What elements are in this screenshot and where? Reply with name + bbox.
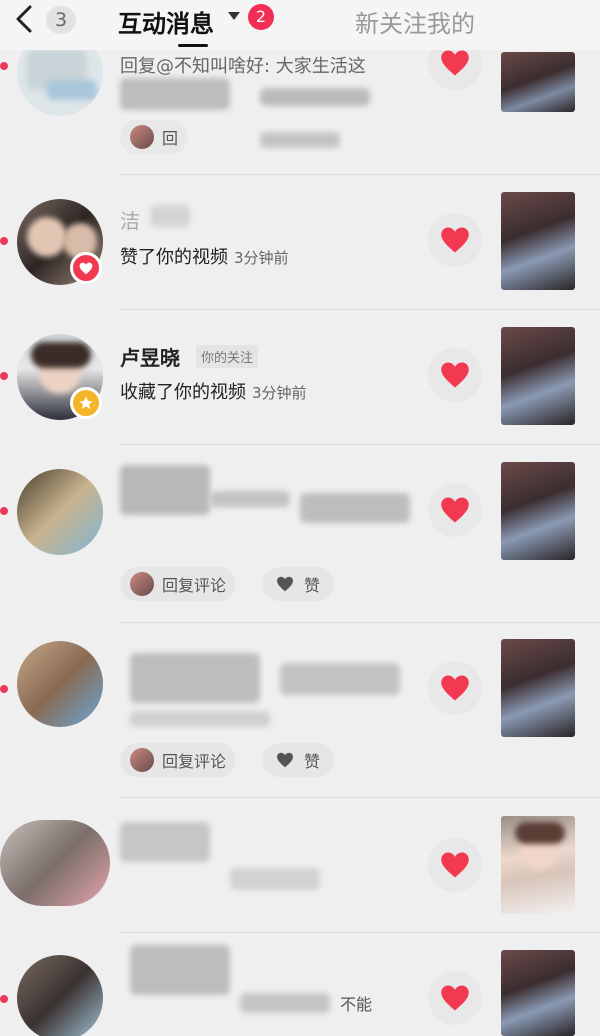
- liked-badge: [70, 252, 102, 284]
- tab-badge: 2: [248, 4, 274, 30]
- list-item[interactable]: 回复评论 赞: [0, 445, 600, 623]
- list-item[interactable]: 回复@不知叫啥好: 大家生活这 回: [0, 30, 600, 175]
- chip-label: 回复评论: [162, 752, 227, 771]
- like-comment-chip[interactable]: 赞: [262, 743, 335, 777]
- action-text: 不能: [340, 995, 373, 1014]
- tab-interactions[interactable]: 互动消息: [118, 4, 214, 39]
- top-bar: 3 互动消息 2 新关注我的: [0, 0, 600, 50]
- unread-dot: [0, 62, 8, 70]
- reply-comment-chip[interactable]: 回复评论: [120, 743, 237, 777]
- video-thumbnail[interactable]: [501, 327, 575, 425]
- mini-avatar: [130, 748, 154, 772]
- video-thumbnail[interactable]: [501, 52, 575, 112]
- star-icon: [79, 396, 93, 409]
- video-thumbnail[interactable]: [501, 816, 575, 914]
- heart-icon: [441, 852, 469, 878]
- action-text: 回复@不知叫啥好: 大家生活这: [120, 56, 366, 77]
- reply-comment-chip[interactable]: 回复评论: [120, 567, 237, 601]
- unread-dot: [0, 507, 8, 515]
- chevron-down-icon[interactable]: [228, 12, 240, 20]
- heart-icon: [441, 362, 469, 388]
- like-button[interactable]: [428, 483, 482, 537]
- chip-label: 回: [162, 129, 179, 148]
- avatar[interactable]: [17, 641, 103, 727]
- mini-avatar: [130, 125, 154, 149]
- heart-icon: [441, 985, 469, 1011]
- action-label: 赞了你的视频: [120, 247, 228, 268]
- follow-star-badge: [70, 387, 102, 419]
- like-button[interactable]: [428, 213, 482, 267]
- heart-icon: [79, 262, 93, 274]
- timestamp: 3分钟前: [234, 249, 289, 267]
- chip-label: 赞: [304, 576, 321, 595]
- like-comment-chip[interactable]: 赞: [262, 567, 335, 601]
- tab-new-followers[interactable]: 新关注我的: [355, 4, 475, 39]
- user-name[interactable]: 卢昱晓: [120, 342, 180, 371]
- like-button[interactable]: [428, 348, 482, 402]
- heart-icon: [441, 50, 469, 76]
- video-thumbnail[interactable]: [501, 192, 575, 290]
- like-button[interactable]: [428, 838, 482, 892]
- user-name[interactable]: 洁: [120, 205, 140, 234]
- heart-icon: [441, 675, 469, 701]
- unread-dot: [0, 995, 8, 1003]
- chip-label: 赞: [304, 752, 321, 771]
- video-thumbnail[interactable]: [501, 950, 575, 1036]
- list-item[interactable]: [0, 798, 600, 933]
- chip-label: 回复评论: [162, 576, 227, 595]
- avatar[interactable]: [0, 820, 110, 906]
- heart-icon: [441, 227, 469, 253]
- unread-count-badge: 3: [46, 6, 76, 34]
- action-label: 收藏了你的视频: [120, 382, 246, 403]
- heart-icon: [441, 497, 469, 523]
- list-item[interactable]: 不能: [0, 933, 600, 1036]
- list-item[interactable]: 洁 赞了你的视频 3分钟前: [0, 175, 600, 310]
- video-thumbnail[interactable]: [501, 462, 575, 560]
- action-text: 收藏了你的视频 3分钟前: [120, 378, 307, 404]
- heart-icon: [277, 752, 293, 768]
- action-text: 赞了你的视频 3分钟前: [120, 243, 289, 269]
- like-button[interactable]: [428, 661, 482, 715]
- video-thumbnail[interactable]: [501, 639, 575, 737]
- avatar[interactable]: [17, 469, 103, 555]
- tab-indicator: [178, 44, 208, 47]
- unread-dot: [0, 372, 8, 380]
- unread-dot: [0, 685, 8, 693]
- list-item[interactable]: 卢昱晓 你的关注 收藏了你的视频 3分钟前: [0, 310, 600, 445]
- avatar[interactable]: [17, 955, 103, 1036]
- list-item[interactable]: 回复评论 赞: [0, 623, 600, 798]
- mini-avatar: [130, 572, 154, 596]
- reply-comment-chip[interactable]: 回: [120, 120, 189, 154]
- heart-icon: [277, 576, 293, 592]
- timestamp: 3分钟前: [252, 384, 307, 402]
- like-button[interactable]: [428, 971, 482, 1025]
- unread-dot: [0, 237, 8, 245]
- following-tag: 你的关注: [196, 345, 259, 368]
- back-icon[interactable]: [10, 4, 40, 34]
